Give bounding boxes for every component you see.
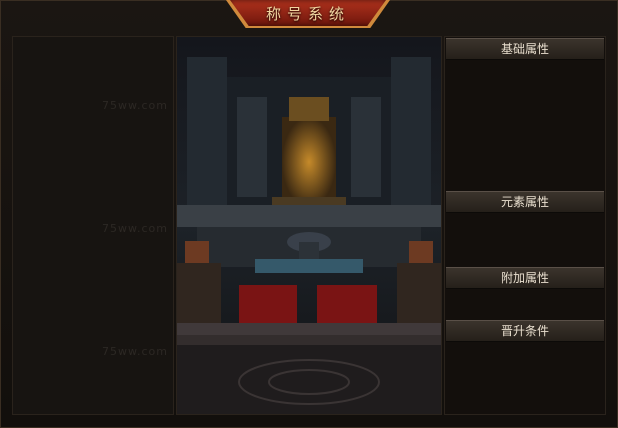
window-title: 称号系统 — [265, 5, 350, 23]
throne-room-scene — [177, 37, 441, 414]
watermark-text: 75ww.com — [102, 345, 168, 358]
watermark-text: 75ww.com — [102, 99, 168, 112]
extra-attributes-header: 附加属性 — [446, 267, 604, 289]
element-attributes-header: 元素属性 — [446, 191, 604, 213]
promotion-conditions-header: 晋升条件 — [446, 320, 604, 342]
attribute-panel — [444, 36, 606, 415]
character-preview-panel — [176, 36, 442, 415]
watermark-text: 75ww.com — [102, 222, 168, 235]
basic-attributes-header: 基础属性 — [446, 38, 604, 60]
